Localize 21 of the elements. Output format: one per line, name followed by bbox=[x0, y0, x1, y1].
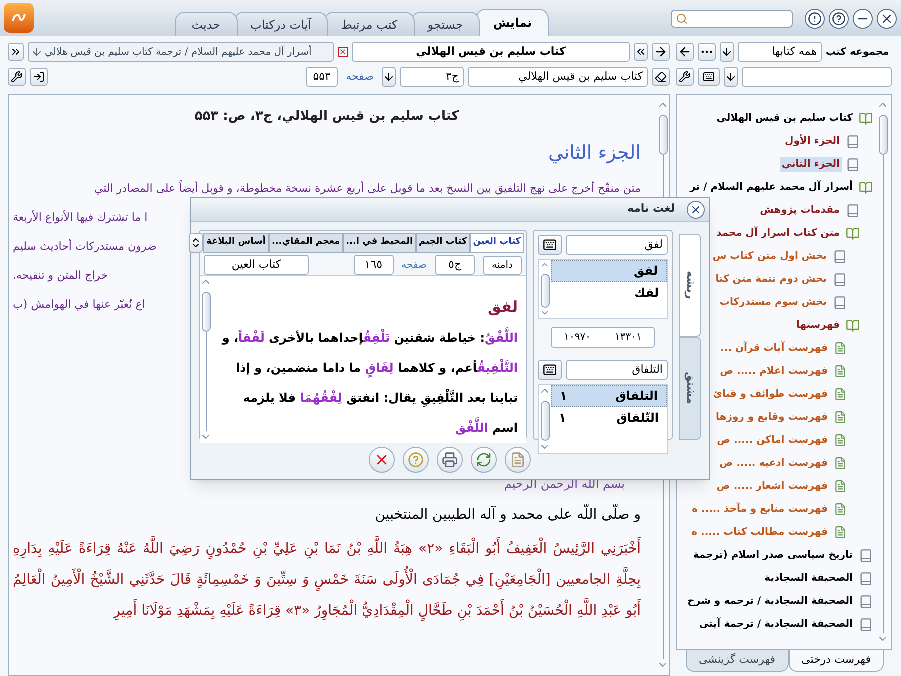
salutation-text: و صلّى اللّه على محمد و آله الطيبين المنتخبين bbox=[13, 505, 641, 526]
window-title: لغت نامه bbox=[627, 201, 675, 218]
definition-text: اللَّفْقُ: خياطة شقتين تَلْفِقُإحداهما بالأخرى لَفْقاً، و التَّلْفِيقُأعم، و كلاهما لِفَاقٍ ما داما منضمين، و إذا تباينا بعد التَّلْفِيقِ يقال: انفتق لِفْقُهُمَا فلا يلزمه اسم اللَّفْق bbox=[220, 322, 518, 442]
paragraph-line: ا ما تشترك فيها الأنواع الأربعة bbox=[13, 210, 148, 226]
page-header: کتاب سليم بن قيس الهلالي، ج۳، ص: ۵۵۳ bbox=[194, 108, 460, 126]
count-label: ١٠٩٧٠ bbox=[563, 331, 592, 345]
word-label: التّلفاق bbox=[616, 410, 659, 427]
page-label: صفحه bbox=[346, 68, 374, 85]
word-label: التلفاق bbox=[616, 388, 658, 405]
entry-heading: لفق bbox=[487, 297, 518, 318]
count-label: ١٣٣٠١ bbox=[614, 331, 643, 345]
paragraph-line: متن منقّح أخرج على نهج التلفيق بين النسخ بعد ما قوبل على أربع عشرة نسخة مخطوطة، و قوبل أيضاً على المصادر التي bbox=[94, 181, 641, 198]
page-label: صفحه bbox=[402, 258, 428, 272]
paragraph-line: اع نُعبّر عنها في الهوامش (ب bbox=[13, 297, 146, 314]
section-heading: الجزء الثاني bbox=[547, 140, 641, 166]
paragraph-line: خراج المتن و تنقيحه. bbox=[13, 268, 108, 284]
collection-label: مجموعه کتب bbox=[826, 46, 890, 60]
paragraph-line: ضرون مستدركات أحاديث سليم bbox=[13, 239, 157, 256]
count-label: ١ bbox=[560, 388, 568, 405]
count-label: ١ bbox=[559, 410, 566, 427]
narration-text: أَخْبَرَنِي الرَّئِيسُ الْعَفِيفُ أَبُو الْبَقَاءِ «٢» هِبَةُ اللَّهِ بْنُ نَمَا بْنِ عَلِيِّ بْنِ حُمْدُونٍ رَضِيَ اللَّهُ عَنْهُ قِرَاءَةً عَلَيْهِ بِدَارِهِ بِحِلَّةِ الجامعيين [الْجَامِعَيْنِ] فِي جُمَادَى الْأُولَى سَنَةَ خَمْسٍ وَ سِتِّينَ وَ خَمْسِمِائَةٍ قَالَ حَدَّثَنِي الشَّيْخُ الْأَمِينُ الْعَالِمُ أَبُو عَبْدِ اللَّهِ الْحُسَيْنُ بْنُ أَحْمَدَ بْنِ طَحَّالٍ الْمِقْدَادِيُّ الْمُجَاوِرُ «٣» قِرَاءَةً عَلَيْهِ بِمَشْهَدِ مَوْلَانَا أَمِيرِ bbox=[13, 534, 641, 627]
